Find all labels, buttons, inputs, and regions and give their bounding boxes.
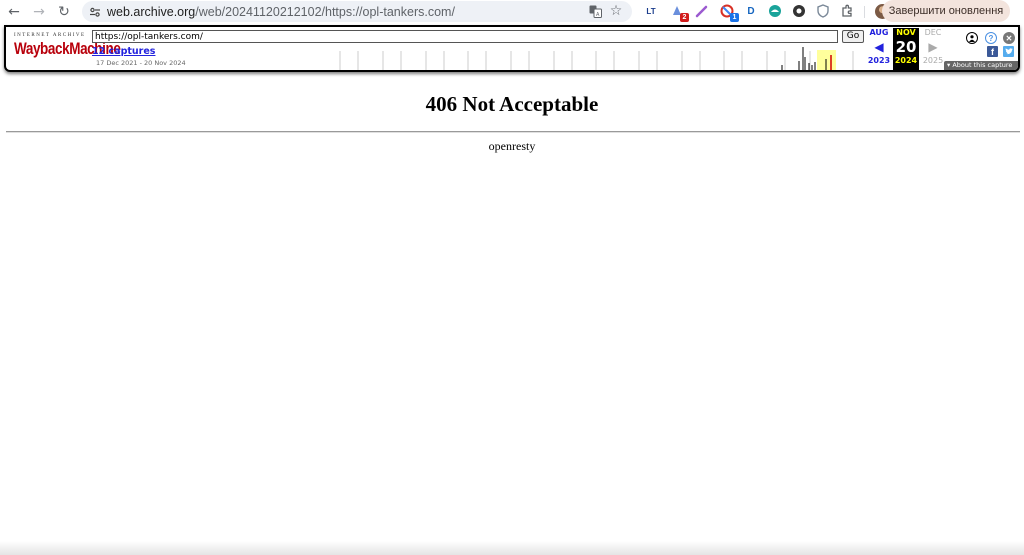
svg-text:A: A <box>595 12 599 18</box>
facebook-share-icon[interactable]: f <box>987 46 998 57</box>
twitter-share-icon[interactable] <box>1003 46 1014 57</box>
capture-sparkline[interactable] <box>338 45 868 70</box>
extension-vpn-icon[interactable]: 2 <box>669 3 689 22</box>
toolbar-divider <box>864 6 865 18</box>
next-month: DEC <box>924 28 942 37</box>
wayback-logo-top: INTERNET ARCHIVE <box>14 33 86 38</box>
address-path: /web/20241120212102/https://opl-tankers.… <box>195 4 455 19</box>
extension-d-icon[interactable]: D <box>743 3 759 19</box>
wayback-logo[interactable]: INTERNET ARCHIVE WaybackMachine <box>14 33 121 63</box>
extension-shield-icon[interactable] <box>815 3 831 19</box>
current-year: 2024 <box>894 56 918 65</box>
extension-badge: 1 <box>730 13 739 22</box>
extensions-puzzle-icon[interactable] <box>839 3 855 19</box>
next-year: 2025 <box>922 56 944 65</box>
browser-toolbar: ← → ↻ web.archive.org/web/20241120212102… <box>0 0 1024 24</box>
forward-arrow-icon[interactable]: → <box>30 3 48 21</box>
horizontal-rule <box>6 131 1020 133</box>
current-month: NOV <box>896 28 916 37</box>
back-arrow-icon[interactable]: ← <box>5 3 23 21</box>
reload-icon[interactable]: ↻ <box>55 3 73 21</box>
address-bar[interactable]: web.archive.org/web/20241120212102/https… <box>82 1 632 22</box>
wayback-toolbar: INTERNET ARCHIVE WaybackMachine Go 12 ca… <box>4 25 1020 72</box>
user-account-icon[interactable] <box>966 32 978 44</box>
extension-lt-icon[interactable]: LT <box>643 3 659 19</box>
calendar-next-capture: DEC ▶ 2025 <box>920 28 946 70</box>
about-capture-label: About this capture <box>952 61 1013 69</box>
wayback-url-input[interactable] <box>92 30 838 43</box>
extension-circle-icon[interactable] <box>767 3 783 19</box>
bottom-shadow <box>0 541 1024 555</box>
extension-ball-icon[interactable] <box>791 3 807 19</box>
server-name: openresty <box>488 139 536 153</box>
sparkline-year-dividers <box>339 51 854 70</box>
next-arrow-icon: ▶ <box>928 40 938 54</box>
site-info-icon[interactable] <box>88 5 102 19</box>
extension-badge: 2 <box>680 13 689 22</box>
bookmark-star-icon[interactable]: ☆ <box>608 3 624 19</box>
current-day: 20 <box>895 38 917 56</box>
translate-icon[interactable]: A <box>587 3 603 19</box>
address-host: web.archive.org <box>107 4 196 19</box>
prev-arrow-icon[interactable]: ◀ <box>866 38 892 56</box>
close-icon[interactable]: ✕ <box>1003 32 1015 44</box>
calendar-current-capture: NOV 20 2024 <box>893 28 919 70</box>
prev-year: 2023 <box>867 56 891 65</box>
prev-month: AUG <box>869 28 889 37</box>
wayback-go-button[interactable]: Go <box>842 30 864 43</box>
page-title: 406 Not Acceptable <box>425 92 599 116</box>
captures-link[interactable]: 12 captures <box>92 46 155 57</box>
help-icon[interactable]: ? <box>985 32 997 44</box>
about-capture-button[interactable]: ▾ About this capture <box>944 61 1018 70</box>
capture-date-range: 17 Dec 2021 - 20 Nov 2024 <box>96 59 186 67</box>
finish-update-button[interactable]: Завершити оновлення <box>882 0 1010 22</box>
extension-block-icon[interactable]: 1 <box>719 3 739 22</box>
wayback-logo-main: WaybackMachine <box>14 39 121 58</box>
calendar-prev-capture[interactable]: AUG ◀ 2023 <box>866 28 892 70</box>
address-url: web.archive.org/web/20241120212102/https… <box>107 5 455 19</box>
extension-pen-icon[interactable] <box>694 3 710 19</box>
